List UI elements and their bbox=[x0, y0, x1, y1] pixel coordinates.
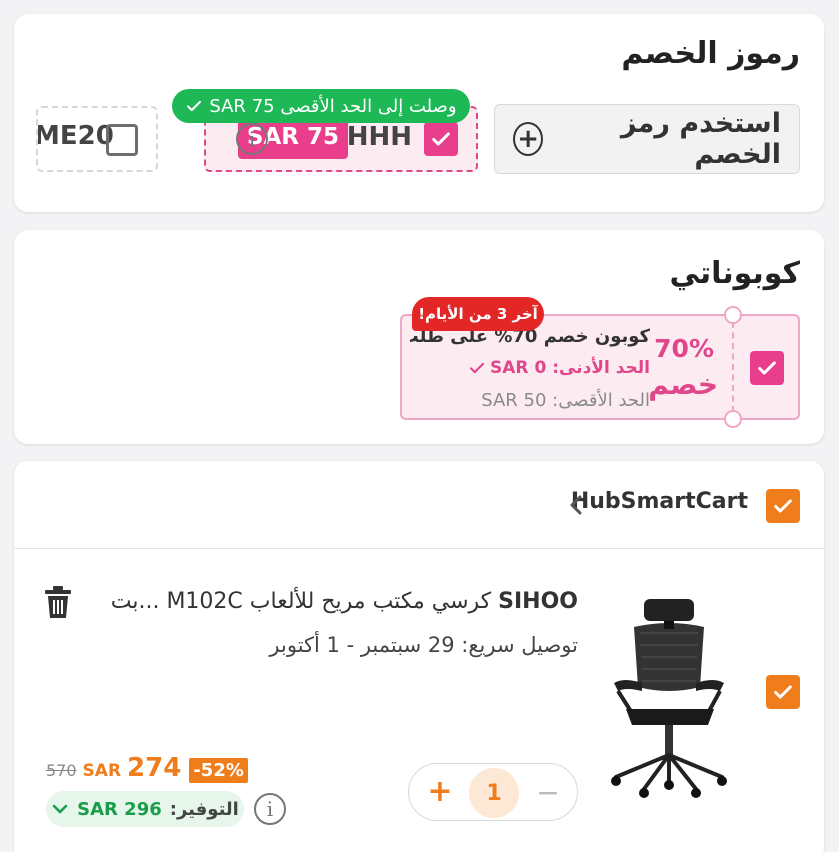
store-header[interactable]: HubSmartCart bbox=[14, 461, 824, 549]
product-title-rest: كرسي مكتب مريح للألعاب M102C ...بت bbox=[110, 589, 499, 614]
coupon-divider bbox=[732, 322, 734, 412]
max-reached-badge: وصلت إلى الحد الأقصى 75 SAR bbox=[172, 89, 470, 123]
quantity-value: 1 bbox=[469, 768, 519, 818]
currency: SAR bbox=[82, 761, 122, 781]
checkbox-checked-icon[interactable] bbox=[424, 122, 458, 156]
discount-codes-title: رموز الخصم bbox=[621, 36, 800, 71]
check-icon bbox=[187, 100, 202, 112]
discount-codes-card: رموز الخصم + استخدم رمز الخصم HHH SAR 75… bbox=[14, 14, 824, 212]
quantity-increase-button[interactable]: + bbox=[425, 774, 455, 809]
price-row: 570 SAR 274 -52% bbox=[46, 753, 248, 783]
max-reached-text: وصلت إلى الحد الأقصى 75 SAR bbox=[209, 95, 457, 117]
discount-badge: -52% bbox=[189, 758, 248, 783]
checkbox-checked-icon[interactable] bbox=[750, 351, 784, 385]
checkbox-unchecked-icon[interactable] bbox=[106, 124, 138, 156]
quantity-stepper: − 1 + bbox=[408, 763, 578, 821]
cart-card: HubSmartCart SIHOO كرسي مكتب مريح للألعا… bbox=[14, 461, 824, 852]
savings-amount: SAR 296 bbox=[77, 798, 162, 820]
my-coupons-card: كوبوناتي 70% خصم كوبون خصم 70% على طلب..… bbox=[14, 230, 824, 444]
old-price: 570 bbox=[46, 761, 77, 780]
chevron-down-icon bbox=[52, 804, 68, 814]
coupon-percent: 70% bbox=[654, 334, 714, 363]
savings-badge[interactable]: التوفير: SAR 296 bbox=[46, 791, 244, 827]
code-chip-me20[interactable]: ME20 bbox=[36, 106, 158, 172]
chevron-left-icon[interactable] bbox=[566, 491, 586, 519]
code-text: HHH bbox=[346, 122, 412, 152]
trash-icon[interactable] bbox=[44, 585, 72, 619]
office-chair-image[interactable] bbox=[604, 591, 734, 801]
savings-label: التوفير: bbox=[169, 798, 239, 820]
coupon-notch bbox=[724, 306, 742, 324]
check-icon bbox=[469, 362, 485, 374]
coupon-min: الحد الأدنى: 0 SAR bbox=[468, 358, 650, 378]
store-name[interactable]: HubSmartCart bbox=[571, 489, 748, 514]
expiry-badge: آخر 3 من الأيام! bbox=[412, 297, 544, 331]
code-text: ME20 bbox=[36, 121, 114, 151]
item-checkbox-checked-icon[interactable] bbox=[766, 675, 800, 709]
coupon-min-text: الحد الأدنى: 0 SAR bbox=[490, 358, 650, 378]
current-price: 274 bbox=[127, 753, 182, 783]
product-title[interactable]: SIHOO كرسي مكتب مريح للألعاب M102C ...بت bbox=[111, 589, 578, 614]
product-brand: SIHOO bbox=[498, 589, 578, 614]
use-code-label: استخدم رمز الخصم bbox=[620, 108, 781, 170]
plus-circle-icon: + bbox=[513, 122, 544, 156]
shipping-info: توصيل سريع: 29 سبتمبر - 1 أكتوبر bbox=[269, 633, 578, 657]
coupon-notch bbox=[724, 410, 742, 428]
use-discount-code-button[interactable]: + استخدم رمز الخصم bbox=[494, 104, 800, 174]
coupon-max: الحد الأقصى: 50 SAR bbox=[481, 390, 650, 411]
my-coupons-title: كوبوناتي bbox=[669, 256, 800, 291]
coupon-percent-word: خصم bbox=[648, 368, 718, 401]
store-checkbox-checked-icon[interactable] bbox=[766, 489, 800, 523]
info-icon[interactable]: i bbox=[254, 793, 286, 825]
info-icon[interactable]: i bbox=[236, 123, 268, 155]
quantity-decrease-button[interactable]: − bbox=[533, 776, 563, 809]
